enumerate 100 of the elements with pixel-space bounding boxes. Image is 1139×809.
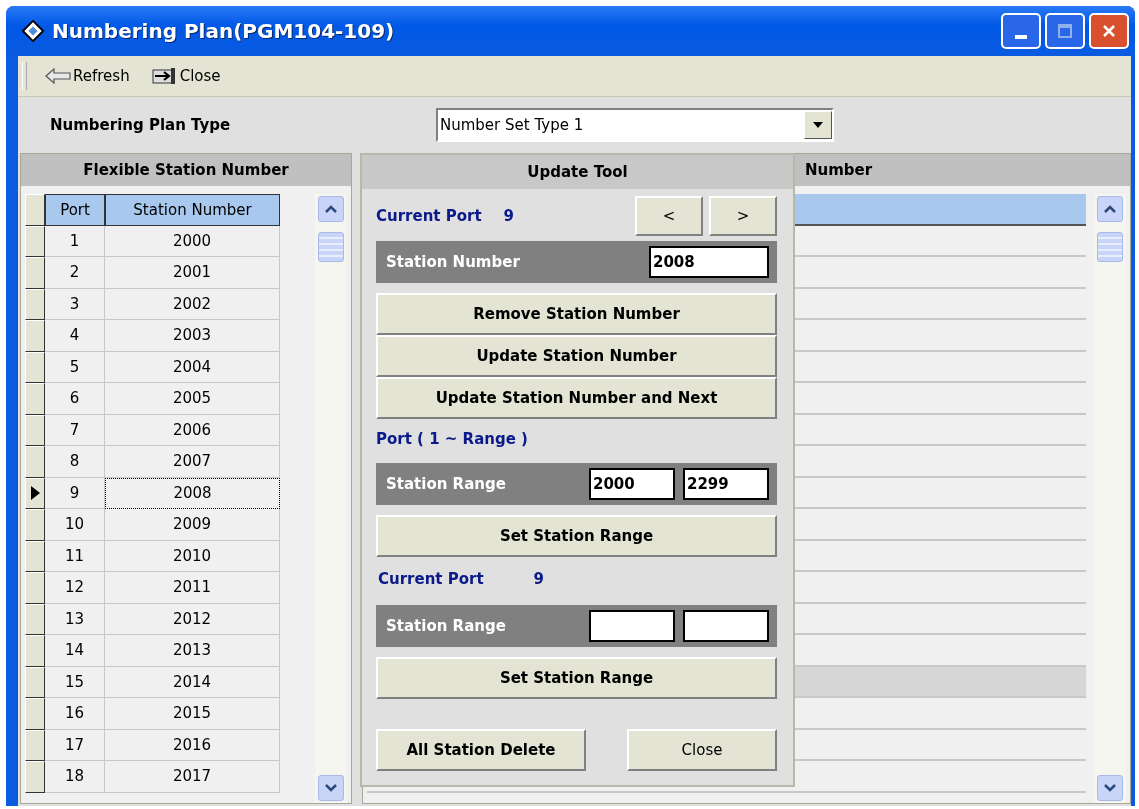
current-port-value: 9 <box>533 570 545 588</box>
table-cell: 2007 <box>105 446 280 478</box>
row-header[interactable] <box>25 666 45 698</box>
scrollbar[interactable] <box>1094 194 1126 803</box>
field-label: Station Range <box>386 617 507 635</box>
table-cell: 2004 <box>105 351 280 383</box>
table-cell: 9 <box>45 477 105 509</box>
plan-type-label: Numbering Plan Type <box>50 116 232 134</box>
scroll-down-icon[interactable] <box>318 775 344 801</box>
left-arrow-icon <box>45 68 71 84</box>
close-button[interactable]: Close <box>147 67 225 85</box>
table-cell: 15 <box>45 666 105 698</box>
table-cell: 2001 <box>105 257 280 289</box>
table-cell: 2010 <box>105 540 280 572</box>
table-cell: 3 <box>45 288 105 320</box>
row-header[interactable] <box>25 351 45 383</box>
action-button[interactable]: Update Station Number and Next <box>376 377 777 419</box>
refresh-button[interactable]: Refresh <box>41 67 134 85</box>
table-cell: 16 <box>45 698 105 730</box>
row-header[interactable] <box>25 509 45 541</box>
table-cell: 2013 <box>105 635 280 667</box>
section-title: Port ( 1 ~ Range ) <box>376 429 529 450</box>
table-cell: 12 <box>45 572 105 604</box>
table-cell: 6 <box>45 383 105 415</box>
close-button[interactable] <box>1089 13 1129 49</box>
range-start-field[interactable]: 2000 <box>589 468 675 500</box>
next-button[interactable]: > <box>709 196 777 236</box>
row-header[interactable] <box>25 446 45 478</box>
table-cell: 2003 <box>105 320 280 352</box>
maximize-icon <box>1057 23 1073 39</box>
row-header[interactable] <box>25 225 45 257</box>
action-button[interactable]: Update Station Number <box>376 335 777 377</box>
table-cell: 18 <box>45 761 105 793</box>
delete-all-button[interactable]: All Station Delete <box>376 729 586 771</box>
range-end-field[interactable]: 2299 <box>683 468 769 500</box>
table-cell: 13 <box>45 603 105 635</box>
close-icon <box>1101 23 1117 39</box>
table-cell: 2017 <box>105 761 280 793</box>
row-header[interactable] <box>25 635 45 667</box>
exit-icon <box>151 67 178 85</box>
table-cell: 17 <box>45 729 105 761</box>
current-port-label: Current Port <box>378 570 484 588</box>
range-end-field[interactable] <box>683 610 769 642</box>
table-cell: 10 <box>45 509 105 541</box>
previous-button[interactable]: < <box>635 196 703 236</box>
table-cell: 2005 <box>105 383 280 415</box>
row-header[interactable] <box>25 698 45 730</box>
panel-title: Number <box>805 161 873 179</box>
action-button[interactable]: Remove Station Number <box>376 293 777 335</box>
row-header[interactable] <box>25 383 45 415</box>
row-header <box>25 194 45 226</box>
field-label: Station Number <box>386 253 521 271</box>
table-cell: 2009 <box>105 509 280 541</box>
range-start-field[interactable] <box>589 610 675 642</box>
table-cell: 2012 <box>105 603 280 635</box>
scroll-up-icon[interactable] <box>1097 196 1123 222</box>
row-header[interactable] <box>25 603 45 635</box>
row-header[interactable] <box>25 729 45 761</box>
row-header[interactable] <box>25 477 45 509</box>
table-cell: 2011 <box>105 572 280 604</box>
table-cell: 2014 <box>105 666 280 698</box>
table-cell: 7 <box>45 414 105 446</box>
maximize-button[interactable] <box>1045 13 1085 49</box>
row-header[interactable] <box>25 320 45 352</box>
set-range-button[interactable]: Set Station Range <box>376 657 777 699</box>
panel-title: Flexible Station Number <box>21 154 351 186</box>
field-label: Station Range <box>386 475 507 493</box>
window-title: Numbering Plan(PGM104-109) <box>52 19 395 43</box>
scroll-thumb[interactable] <box>1097 232 1123 262</box>
row-header[interactable] <box>25 257 45 289</box>
column-header[interactable]: Station Number <box>105 194 280 226</box>
row-header[interactable] <box>25 414 45 446</box>
table-cell: 14 <box>45 635 105 667</box>
table-cell: 5 <box>45 351 105 383</box>
table-cell: 2016 <box>105 729 280 761</box>
current-port-value: 9 <box>503 207 515 225</box>
row-header[interactable] <box>25 761 45 793</box>
table-cell: 8 <box>45 446 105 478</box>
station-number-field[interactable]: 2008 <box>649 246 769 278</box>
row-header[interactable] <box>25 288 45 320</box>
minimize-button[interactable] <box>1001 13 1041 49</box>
table-cell: 2 <box>45 257 105 289</box>
scroll-down-icon[interactable] <box>1097 775 1123 801</box>
set-range-button[interactable]: Set Station Range <box>376 515 777 557</box>
row-header[interactable] <box>25 572 45 604</box>
row-header[interactable] <box>25 540 45 572</box>
table-cell: 4 <box>45 320 105 352</box>
table-cell: 2002 <box>105 288 280 320</box>
current-port-label: Current Port <box>376 207 482 225</box>
diamond-icon <box>22 20 44 42</box>
column-header[interactable]: Port <box>45 194 105 226</box>
table-cell: 2015 <box>105 698 280 730</box>
minimize-icon <box>1015 35 1027 39</box>
scrollbar[interactable] <box>315 194 347 803</box>
table-cell: 11 <box>45 540 105 572</box>
table-cell: 2000 <box>105 225 280 257</box>
scroll-up-icon[interactable] <box>318 196 344 222</box>
close-button[interactable]: Close <box>627 729 777 771</box>
scroll-thumb[interactable] <box>318 232 344 262</box>
plan-type-dropdown[interactable]: Number Set Type 1 <box>436 108 834 142</box>
